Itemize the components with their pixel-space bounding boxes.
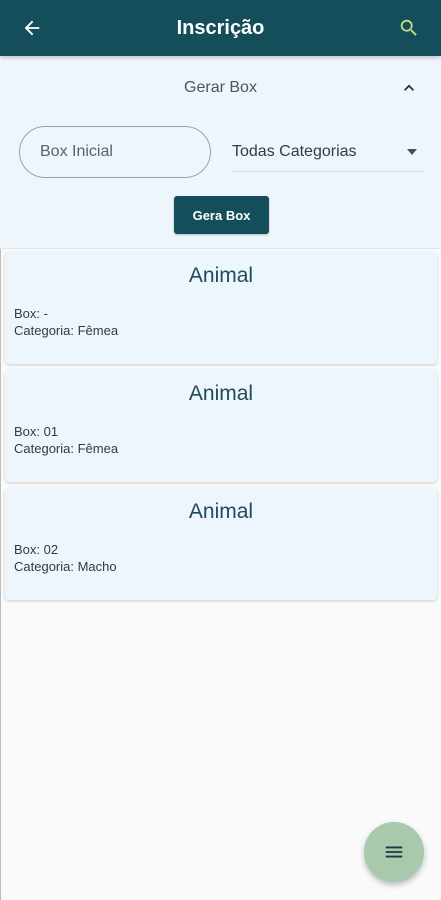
page-title: Inscrição	[176, 16, 265, 39]
animal-card[interactable]: Animal Box: 02 Categoria: Macho	[5, 488, 437, 600]
caret-down-icon	[407, 149, 417, 155]
card-box: Box: 01	[14, 424, 59, 439]
search-icon	[400, 19, 417, 36]
animal-card[interactable]: Animal Box: - Categoria: Fêmea	[5, 252, 437, 364]
box-initial-input[interactable]	[19, 126, 211, 178]
gera-box-button[interactable]: Gera Box	[174, 196, 269, 234]
generate-box-label: Gerar Box	[184, 79, 257, 96]
card-box: Box: 02	[14, 542, 59, 557]
card-category: Categoria: Fêmea	[14, 323, 119, 338]
card-category: Categoria: Macho	[14, 559, 117, 574]
card-title: Animal	[188, 264, 254, 287]
screen: Inscrição Gerar Box Todas Categorias Ger…	[0, 0, 441, 900]
category-select[interactable]: Todas Categorias	[232, 132, 424, 172]
card-box: Box: -	[14, 306, 48, 321]
search-button[interactable]	[391, 10, 427, 46]
generate-box-header[interactable]: Gerar Box	[0, 70, 441, 106]
chevron-up-icon	[404, 84, 414, 91]
category-select-value: Todas Categorias	[232, 143, 357, 160]
card-category: Categoria: Fêmea	[14, 441, 119, 456]
menu-icon	[385, 846, 403, 858]
collapse-toggle[interactable]	[397, 76, 421, 100]
menu-fab-button[interactable]	[364, 822, 424, 882]
generate-box-panel: Gerar Box Todas Categorias Gera Box	[0, 56, 441, 249]
card-title: Animal	[188, 500, 254, 523]
app-bar: Inscrição	[0, 0, 441, 56]
animal-card[interactable]: Animal Box: 01 Categoria: Fêmea	[5, 370, 437, 482]
card-title: Animal	[188, 382, 254, 405]
